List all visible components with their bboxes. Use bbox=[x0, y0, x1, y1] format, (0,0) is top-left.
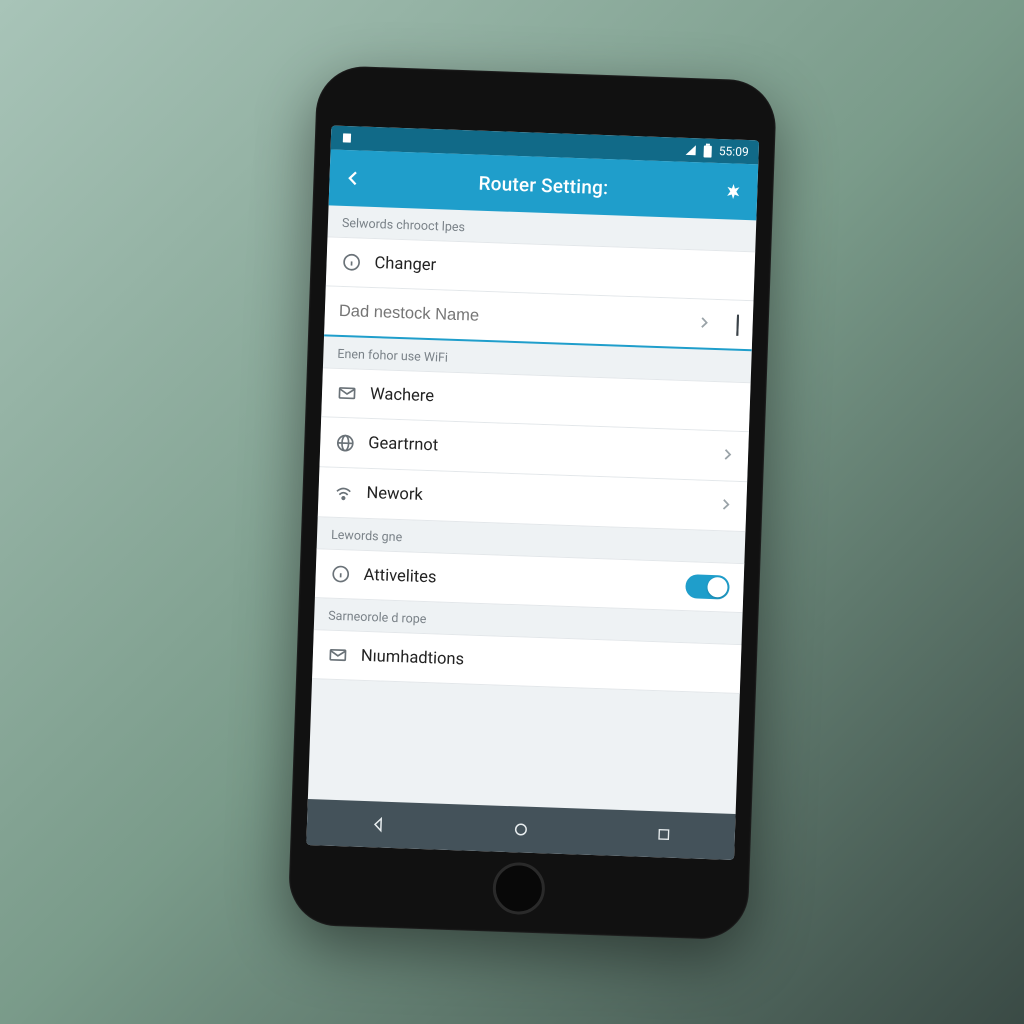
screen: 55:09 Router Setting: Selwords chrooct l… bbox=[306, 125, 759, 859]
globe-icon bbox=[334, 431, 357, 454]
network-name-field[interactable] bbox=[338, 287, 685, 346]
info-icon bbox=[329, 563, 352, 586]
page-title: Router Setting: bbox=[367, 167, 720, 202]
phone-frame: 55:09 Router Setting: Selwords chrooct l… bbox=[287, 65, 777, 941]
toggle-switch[interactable] bbox=[685, 574, 730, 600]
info-icon bbox=[340, 251, 363, 274]
wifi-icon bbox=[332, 481, 355, 504]
nav-home-button[interactable] bbox=[501, 820, 542, 839]
battery-icon bbox=[703, 143, 713, 157]
header-action-icon[interactable] bbox=[719, 182, 748, 201]
statusbar-left-icon bbox=[341, 132, 353, 144]
statusbar-time: 55:09 bbox=[719, 144, 749, 159]
row-label: Geartrnot bbox=[368, 434, 708, 465]
physical-home-button[interactable] bbox=[492, 862, 546, 916]
chevron-right-icon bbox=[720, 446, 735, 465]
mail-icon bbox=[327, 644, 350, 667]
nav-back-button[interactable] bbox=[358, 815, 399, 834]
row-label: Attivelites bbox=[363, 565, 673, 595]
signal-icon bbox=[685, 144, 697, 156]
mail-icon bbox=[336, 382, 359, 405]
chevron-right-icon bbox=[718, 496, 733, 515]
row-label: Nework bbox=[366, 484, 706, 515]
row-label: Changer bbox=[374, 254, 740, 286]
back-button[interactable] bbox=[339, 169, 368, 188]
nav-recent-button[interactable] bbox=[643, 826, 684, 843]
save-icon[interactable] bbox=[736, 315, 753, 335]
settings-list: Selwords chrooct lpes Changer Enen fohor… bbox=[308, 205, 756, 814]
row-label: Nıumhadtions bbox=[361, 646, 727, 678]
row-label: Wachere bbox=[370, 384, 736, 416]
chevron-right-icon bbox=[696, 314, 725, 334]
